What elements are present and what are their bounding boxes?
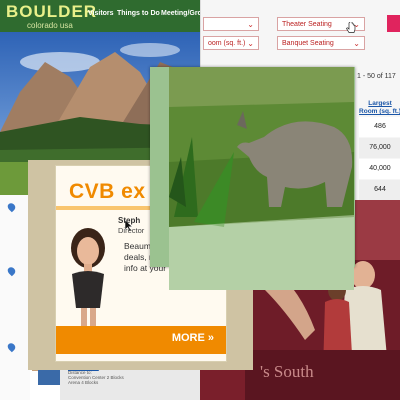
largest-room-column-header[interactable]: Largest Room (sq. ft.) bbox=[359, 100, 400, 116]
hand-cursor-icon bbox=[346, 22, 356, 33]
chevron-down-icon: ⌄ bbox=[353, 39, 360, 48]
more-button-label: MORE » bbox=[172, 332, 214, 344]
table-cell: 76,000 bbox=[359, 138, 400, 158]
cvb-title: CVB ex bbox=[69, 180, 146, 203]
map-pin-icon bbox=[6, 341, 17, 353]
table-cell: 486 bbox=[359, 117, 400, 137]
pagination-text: 1 - 50 of 117 bbox=[357, 73, 396, 80]
map-pin-icon bbox=[6, 201, 17, 213]
listing-page-left bbox=[0, 195, 30, 400]
table-cell: 40,000 bbox=[359, 159, 400, 179]
nav-meeting-groups[interactable]: Meeting/Gro bbox=[161, 10, 202, 17]
chevron-down-icon: ⌄ bbox=[247, 20, 254, 29]
wildlife-photo-card bbox=[150, 67, 355, 290]
chevron-down-icon: ⌄ bbox=[247, 39, 254, 48]
banquet-seating-label: Banquet Seating bbox=[282, 40, 334, 47]
nav-things-to-do[interactable]: Things to Do bbox=[117, 10, 160, 17]
rhino-photo[interactable] bbox=[169, 67, 354, 290]
banquet-seating-select[interactable]: Banquet Seating ⌄ bbox=[277, 36, 365, 50]
room-size-select[interactable]: oom (sq. ft.) ⌄ bbox=[203, 36, 259, 50]
search-button[interactable] bbox=[387, 15, 400, 32]
boulder-logo[interactable]: BOULDER bbox=[6, 2, 97, 22]
distance-line: Arena 4 Blocks bbox=[68, 380, 99, 385]
boulder-logo-subtitle: colorado usa bbox=[27, 21, 73, 30]
double-chevron-right-icon: » bbox=[207, 332, 214, 344]
room-size-label: oom (sq. ft.) bbox=[208, 40, 246, 47]
director-title: Director bbox=[118, 226, 145, 235]
table-cell: 644 bbox=[359, 180, 400, 200]
theater-seating-label: Theater Seating bbox=[282, 21, 332, 28]
map-pin-icon bbox=[6, 265, 17, 277]
director-name: Steph bbox=[118, 216, 141, 225]
bobblehead-avatar bbox=[70, 228, 106, 334]
more-button[interactable]: MORE » bbox=[56, 326, 226, 354]
filter-select-1[interactable]: ⌄ bbox=[203, 17, 259, 31]
more-text: MORE bbox=[171, 332, 205, 344]
nav-visitors[interactable]: Visitors bbox=[88, 10, 114, 17]
south-caption: 's South bbox=[260, 362, 314, 381]
